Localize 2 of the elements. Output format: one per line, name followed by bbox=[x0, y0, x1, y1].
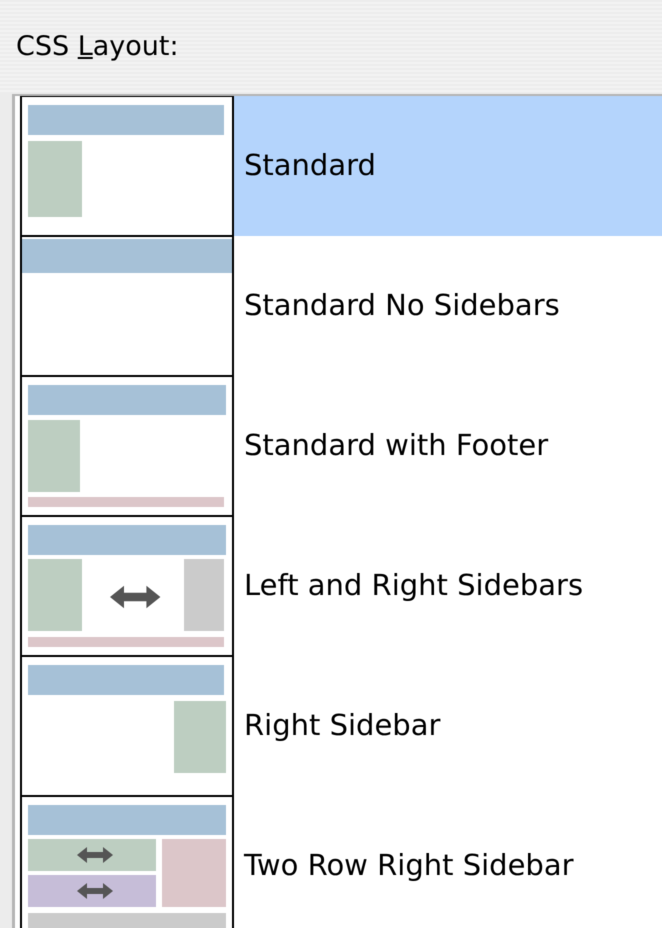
css-layout-label: CSS Layout: bbox=[16, 30, 179, 64]
layout-option[interactable]: Standard bbox=[20, 96, 662, 236]
